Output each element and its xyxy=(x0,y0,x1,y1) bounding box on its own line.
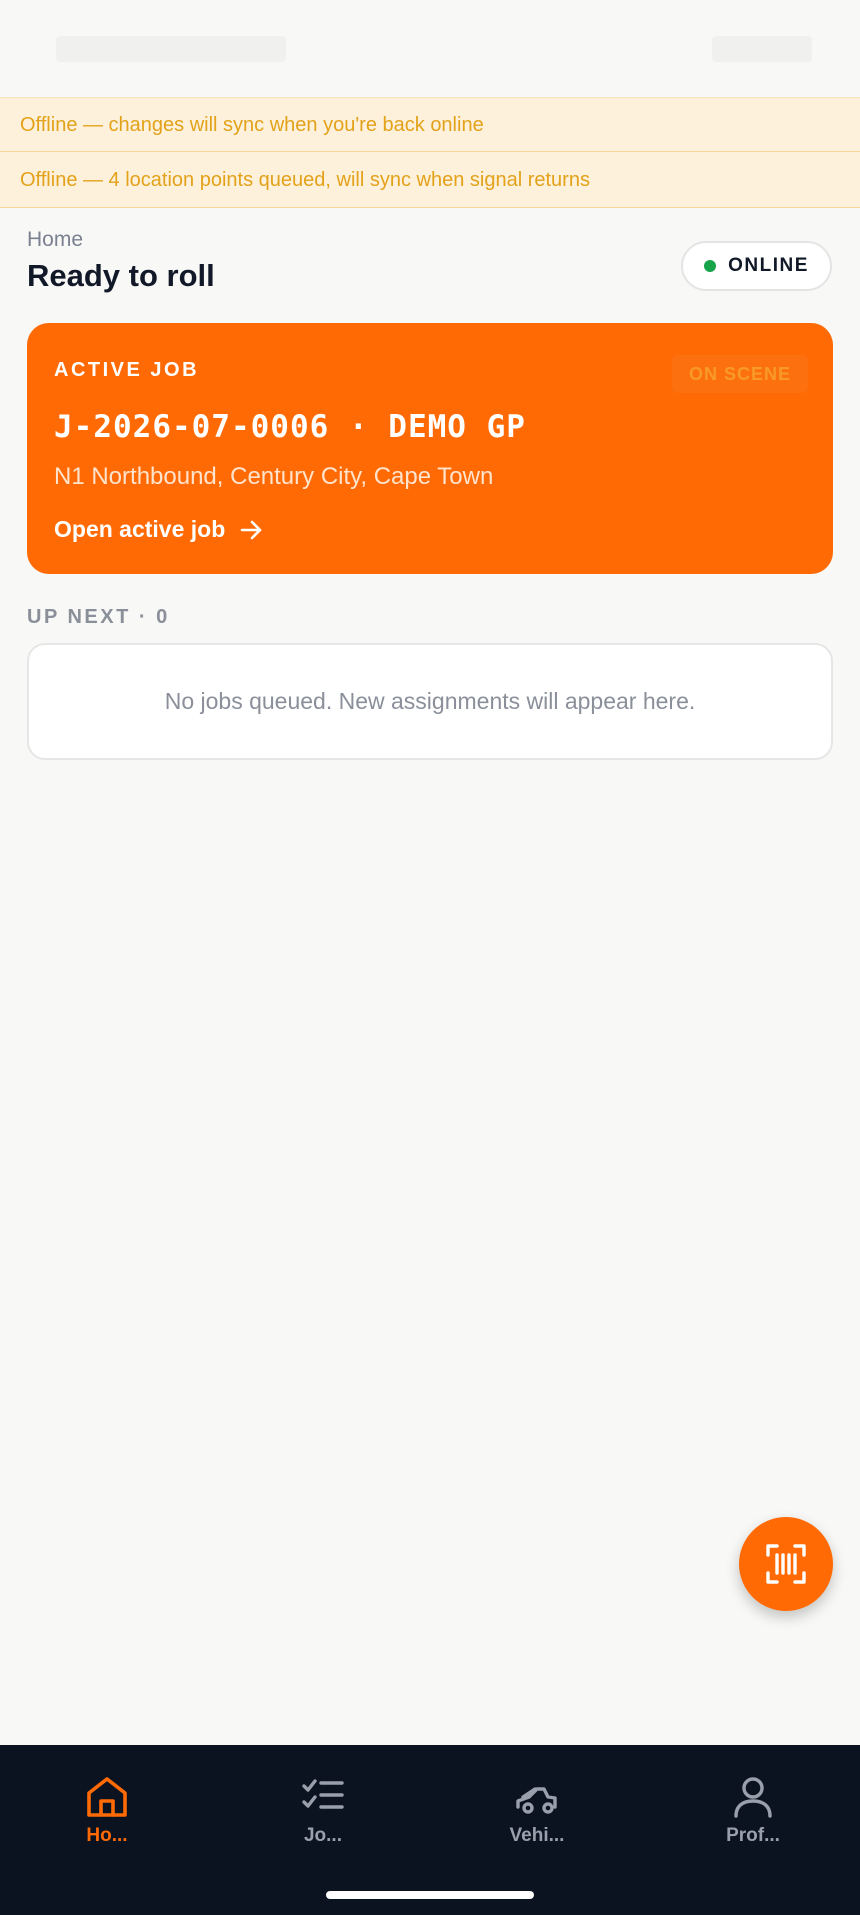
nav-item-vehicles[interactable]: Vehi... xyxy=(477,1775,597,1865)
online-dot-icon xyxy=(704,260,717,272)
active-job-card[interactable]: ACTIVE JOB ON SCENE J-2026-07-0006 · DEM… xyxy=(27,323,833,574)
nav-item-jobs[interactable]: Jo... xyxy=(263,1775,383,1865)
active-job-kicker: ACTIVE JOB xyxy=(54,359,200,381)
checklist-icon xyxy=(302,1779,344,1809)
home-indicator[interactable] xyxy=(326,1891,534,1899)
empty-state-message: No jobs queued. New assignments will app… xyxy=(164,688,696,714)
scan-icon xyxy=(766,1544,806,1584)
nav-item-home[interactable]: Ho... xyxy=(47,1775,167,1865)
nav-label-profile: Prof... xyxy=(726,1825,780,1846)
job-location: N1 Northbound, Century City, Cape Town xyxy=(54,463,494,490)
page-title: Ready to roll xyxy=(27,258,215,293)
nav-label-vehicles: Vehi... xyxy=(509,1825,565,1846)
open-active-job-link[interactable]: Open active job xyxy=(54,516,263,543)
nav-item-profile[interactable]: Prof... xyxy=(693,1775,813,1865)
location-queue-banner: Offline — 4 location points queued, will… xyxy=(0,152,860,208)
home-icon xyxy=(87,1777,127,1817)
job-id: J-2026-07-0006 · DEMO GP xyxy=(54,409,526,445)
nav-label-jobs: Jo... xyxy=(303,1825,342,1846)
online-status-label: ONLINE xyxy=(728,255,809,276)
scan-button[interactable] xyxy=(739,1517,833,1611)
status-bar xyxy=(0,0,860,96)
tow-truck-icon xyxy=(516,1787,557,1814)
open-active-job-label: Open active job xyxy=(54,516,226,542)
status-icons-right xyxy=(712,36,812,62)
job-status-badge: ON SCENE xyxy=(672,355,808,393)
status-icons-left xyxy=(56,36,286,62)
user-icon xyxy=(734,1777,772,1818)
offline-banner: Offline — changes will sync when you're … xyxy=(0,97,860,152)
breadcrumb: Home xyxy=(27,228,84,251)
up-next-heading: UP NEXT · 0 xyxy=(27,606,170,628)
bottom-nav: Ho... Jo... Vehi... Prof... xyxy=(0,1745,860,1915)
online-status-toggle[interactable]: ONLINE xyxy=(681,241,832,291)
up-next-empty-state: No jobs queued. New assignments will app… xyxy=(27,643,833,760)
arrow-right-icon xyxy=(240,520,262,539)
nav-label-home: Ho... xyxy=(86,1825,128,1846)
